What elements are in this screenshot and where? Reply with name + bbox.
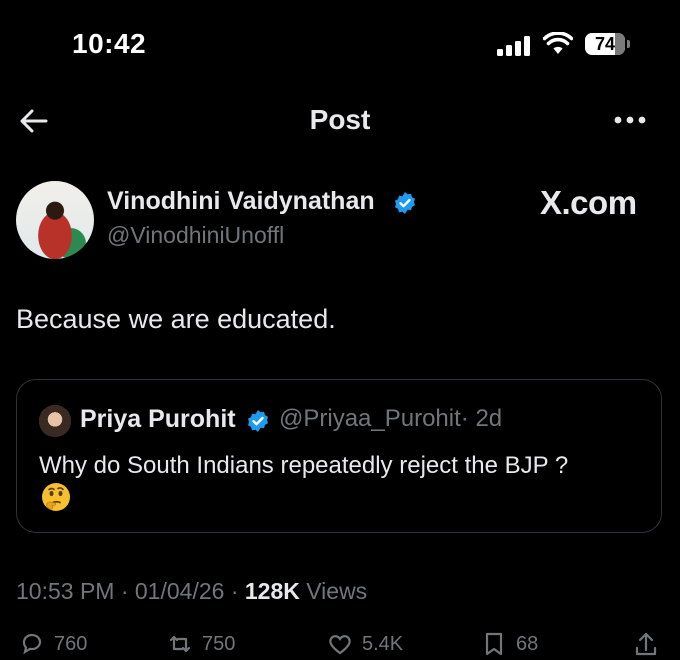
bookmark-count: 68 — [516, 632, 539, 655]
like-button[interactable]: 5.4K — [326, 630, 403, 658]
quoted-author-handle: @Priyaa_Purohit· 2d — [279, 405, 503, 432]
share-icon — [635, 632, 657, 656]
post-time: 10:53 PM — [16, 578, 115, 604]
quoted-author-name: Priya Purohit — [80, 405, 236, 433]
like-count: 5.4K — [362, 632, 404, 655]
bookmark-icon — [485, 632, 503, 656]
more-options-icon[interactable] — [612, 112, 648, 128]
quoted-author-avatar — [39, 405, 71, 437]
post-text: Because we are educated. — [16, 304, 336, 334]
post-meta: 10:53 PM · 01/04/26 · 128K Views — [16, 578, 367, 605]
reply-count: 760 — [54, 632, 88, 655]
repost-count: 750 — [202, 632, 236, 655]
heart-icon — [329, 635, 351, 655]
views-label: Views — [306, 578, 368, 604]
watermark-text: X.com — [540, 184, 637, 221]
quoted-post-time: · 2d — [460, 405, 503, 432]
bookmark-button[interactable]: 68 — [480, 630, 538, 658]
share-button[interactable] — [632, 630, 660, 658]
status-time: 10:42 — [72, 28, 147, 59]
author-avatar[interactable] — [16, 181, 94, 259]
repost-button[interactable]: 750 — [166, 630, 235, 658]
action-bar: 760 750 5.4K 68 — [0, 630, 680, 660]
reply-icon — [22, 633, 42, 655]
quoted-post-text: Why do South Indians repeatedly reject t… — [39, 452, 569, 479]
battery-icon: 74 — [585, 33, 631, 57]
views-count: 128K — [244, 578, 300, 604]
page-title: Post — [309, 104, 371, 135]
repost-icon — [169, 635, 191, 653]
thinking-face-emoji-icon — [42, 483, 70, 511]
verified-badge-icon — [248, 410, 268, 432]
wifi-icon — [543, 32, 573, 54]
author-handle[interactable]: @VinodhiniUnoffl — [107, 222, 284, 249]
reply-button[interactable]: 760 — [18, 630, 87, 658]
author-name[interactable]: Vinodhini Vaidynathan — [107, 187, 375, 216]
battery-level: 74 — [594, 34, 616, 54]
verified-badge-icon — [395, 192, 415, 214]
post-date: · 01/04/26 · — [120, 578, 239, 604]
signal-icon — [497, 36, 530, 56]
